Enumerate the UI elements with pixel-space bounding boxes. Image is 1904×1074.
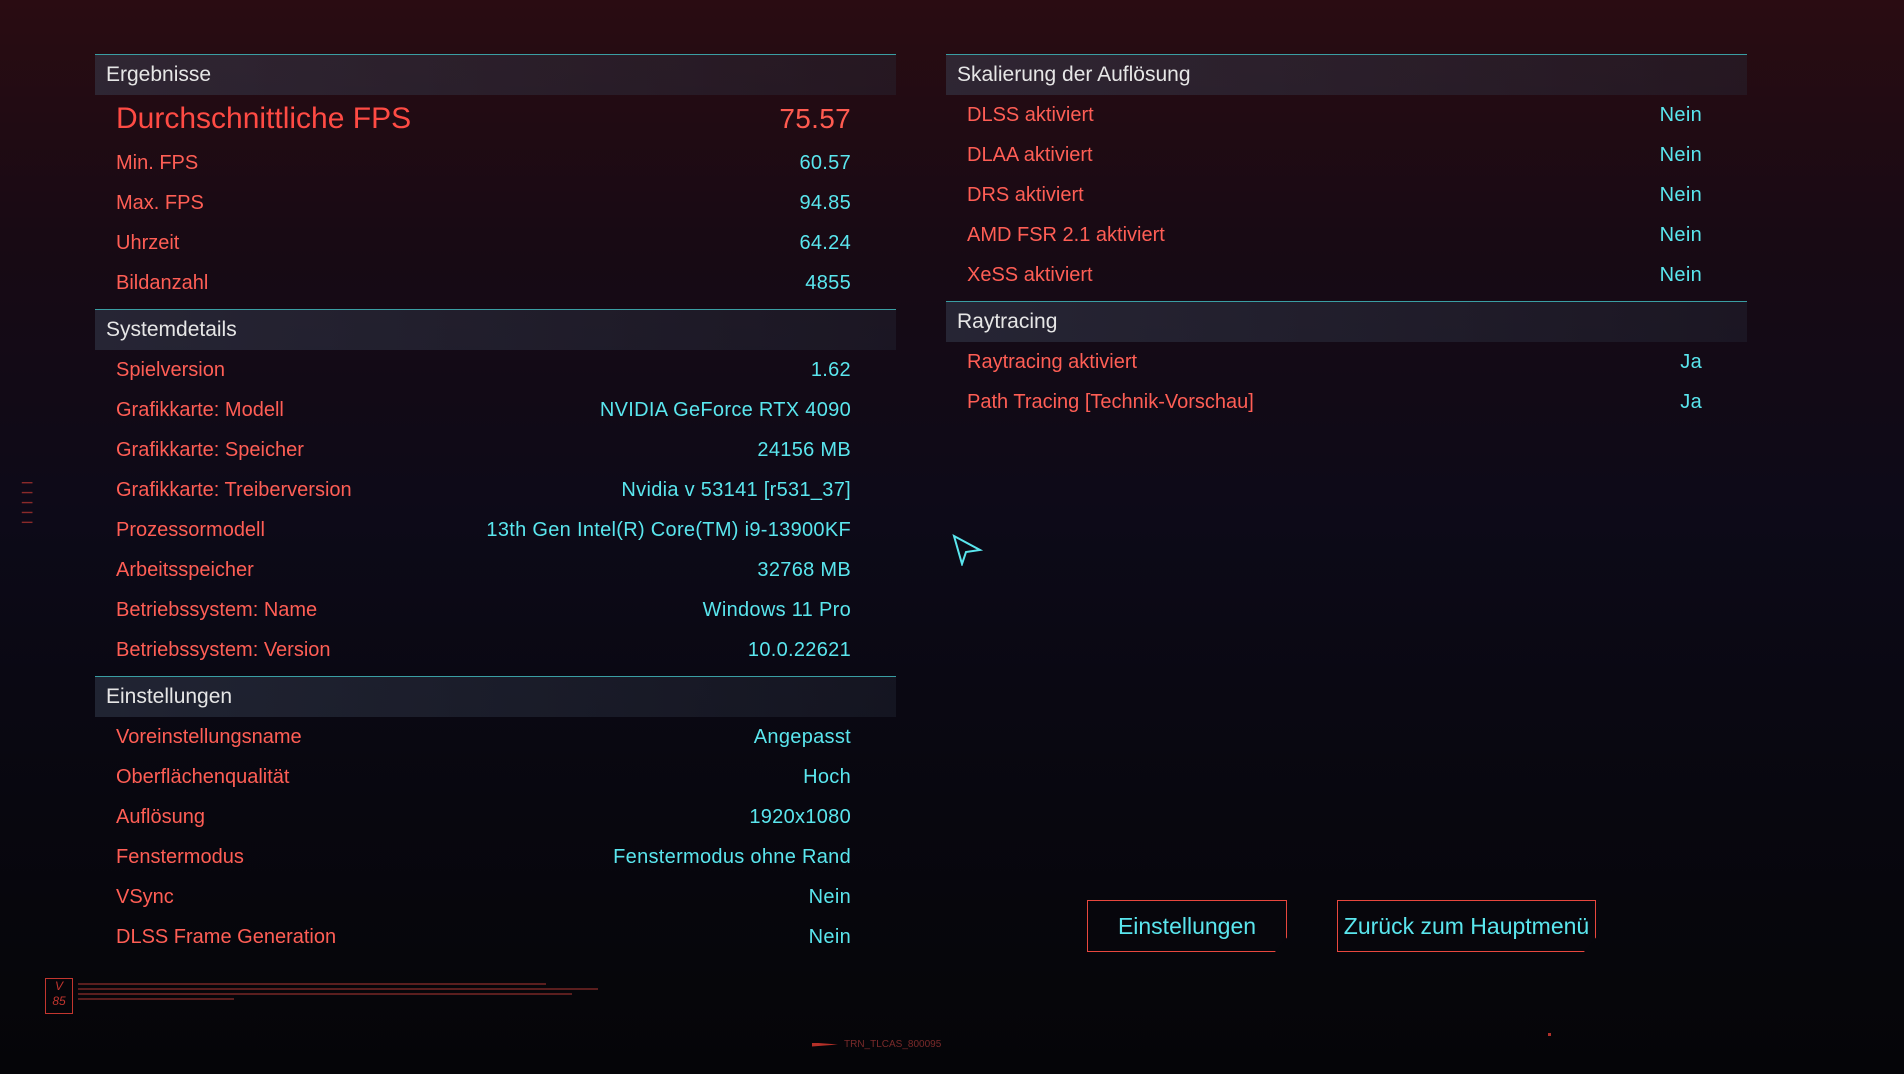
result-value: 64.24 (799, 231, 851, 254)
result-value: 4855 (805, 271, 851, 294)
settings-row: DLSS Frame Generation Nein (95, 917, 896, 957)
scaling-value: Nein (1659, 103, 1702, 126)
system-label: Spielversion (116, 358, 225, 381)
avg-fps-value: 75.57 (779, 103, 851, 134)
system-value: 13th Gen Intel(R) Core(TM) i9-13900KF (486, 518, 851, 541)
system-label: Betriebssystem: Name (116, 598, 318, 621)
settings-value: Nein (808, 925, 851, 948)
settings-row: Auflösung 1920x1080 (95, 797, 896, 837)
version-badge: V 85 (45, 978, 73, 1014)
result-label: Uhrzeit (116, 231, 180, 254)
result-label: Min. FPS (116, 151, 199, 174)
scaling-value: Nein (1659, 223, 1702, 246)
raytracing-label: Raytracing aktiviert (967, 350, 1138, 373)
system-value: Windows 11 Pro (702, 598, 851, 621)
result-label: Bildanzahl (116, 271, 209, 294)
settings-label: Auflösung (116, 805, 205, 828)
settings-label: Fenstermodus (116, 845, 244, 868)
scaling-value: Nein (1659, 183, 1702, 206)
system-label: Grafikkarte: Treiberversion (116, 478, 352, 501)
scaling-label: XeSS aktiviert (967, 263, 1093, 286)
system-value: NVIDIA GeForce RTX 4090 (599, 398, 851, 421)
bottom-tag-text: TRN_TLCAS_800095 (844, 1039, 942, 1050)
system-row: Arbeitsspeicher 32768 MB (95, 550, 896, 590)
side-decor-text: ┃ ┃ ┃ ┃ ┃ (22, 480, 32, 527)
scaling-row: DRS aktiviert Nein (946, 175, 1747, 215)
scaling-label: DLAA aktiviert (967, 143, 1093, 166)
system-value: 32768 MB (757, 558, 851, 581)
settings-row: VSync Nein (95, 877, 896, 917)
result-row: Uhrzeit 64.24 (95, 223, 896, 263)
settings-label: Voreinstellungsname (116, 725, 302, 748)
avg-fps-row: Durchschnittliche FPS 75.57 (95, 95, 896, 143)
system-value: 10.0.22621 (747, 638, 851, 661)
settings-value: 1920x1080 (749, 805, 851, 828)
system-value: 24156 MB (757, 438, 851, 461)
scaling-label: AMD FSR 2.1 aktiviert (967, 223, 1165, 246)
result-row: Min. FPS 60.57 (95, 143, 896, 183)
settings-label: DLSS Frame Generation (116, 925, 337, 948)
settings-label: VSync (116, 885, 174, 908)
settings-value: Fenstermodus ohne Rand (613, 845, 851, 868)
scaling-label: DLSS aktiviert (967, 103, 1094, 126)
avg-fps-label: Durchschnittliche FPS (116, 102, 412, 135)
results-header: Ergebnisse (95, 54, 896, 95)
right-panel: Skalierung der Auflösung DLSS aktiviert … (946, 54, 1747, 422)
scaling-value: Nein (1659, 263, 1702, 286)
badge-bottom: 85 (52, 994, 66, 1008)
result-value: 60.57 (799, 151, 851, 174)
settings-label: Oberflächenqualität (116, 765, 290, 788)
scaling-row: DLAA aktiviert Nein (946, 135, 1747, 175)
settings-row: Voreinstellungsname Angepasst (95, 717, 896, 757)
cursor-icon (952, 534, 984, 566)
system-header: Systemdetails (95, 309, 896, 350)
raytracing-header: Raytracing (946, 301, 1747, 342)
settings-button[interactable]: Einstellungen (1087, 900, 1287, 952)
bottom-tag: TRN_TLCAS_800095 (812, 1039, 941, 1050)
left-panel: Ergebnisse Durchschnittliche FPS 75.57 M… (95, 54, 896, 957)
result-row: Max. FPS 94.85 (95, 183, 896, 223)
settings-value: Nein (808, 885, 851, 908)
settings-row: Oberflächenqualität Hoch (95, 757, 896, 797)
badge-top: V (54, 979, 63, 993)
arrow-icon (812, 1042, 838, 1047)
settings-row: Fenstermodus Fenstermodus ohne Rand (95, 837, 896, 877)
raytracing-value: Ja (1680, 350, 1702, 373)
scaling-header: Skalierung der Auflösung (946, 54, 1747, 95)
system-row: Spielversion 1.62 (95, 350, 896, 390)
system-row: Grafikkarte: Modell NVIDIA GeForce RTX 4… (95, 390, 896, 430)
main-menu-button[interactable]: Zurück zum Hauptmenü (1337, 900, 1596, 952)
result-label: Max. FPS (116, 191, 204, 214)
scaling-row: XeSS aktiviert Nein (946, 255, 1747, 295)
system-row: Betriebssystem: Name Windows 11 Pro (95, 590, 896, 630)
fine-print-decor (78, 980, 598, 1003)
raytracing-label: Path Tracing [Technik-Vorschau] (967, 390, 1254, 413)
scaling-value: Nein (1659, 143, 1702, 166)
system-label: Betriebssystem: Version (116, 638, 331, 661)
scaling-label: DRS aktiviert (967, 183, 1084, 206)
decor-dot (1548, 1033, 1551, 1036)
result-row: Bildanzahl 4855 (95, 263, 896, 303)
raytracing-row: Raytracing aktiviert Ja (946, 342, 1747, 382)
system-row: Prozessormodell 13th Gen Intel(R) Core(T… (95, 510, 896, 550)
system-row: Grafikkarte: Treiberversion Nvidia v 531… (95, 470, 896, 510)
system-label: Grafikkarte: Modell (116, 398, 284, 421)
system-row: Grafikkarte: Speicher 24156 MB (95, 430, 896, 470)
settings-value: Angepasst (753, 725, 851, 748)
result-value: 94.85 (799, 191, 851, 214)
raytracing-row: Path Tracing [Technik-Vorschau] Ja (946, 382, 1747, 422)
system-label: Arbeitsspeicher (116, 558, 254, 581)
system-value: Nvidia v 53141 [r531_37] (621, 478, 851, 501)
system-label: Grafikkarte: Speicher (116, 438, 304, 461)
raytracing-value: Ja (1680, 390, 1702, 413)
settings-value: Hoch (803, 765, 851, 788)
scaling-row: DLSS aktiviert Nein (946, 95, 1747, 135)
scaling-row: AMD FSR 2.1 aktiviert Nein (946, 215, 1747, 255)
settings-header: Einstellungen (95, 676, 896, 717)
system-value: 1.62 (810, 358, 851, 381)
system-row: Betriebssystem: Version 10.0.22621 (95, 630, 896, 670)
system-label: Prozessormodell (116, 518, 265, 541)
